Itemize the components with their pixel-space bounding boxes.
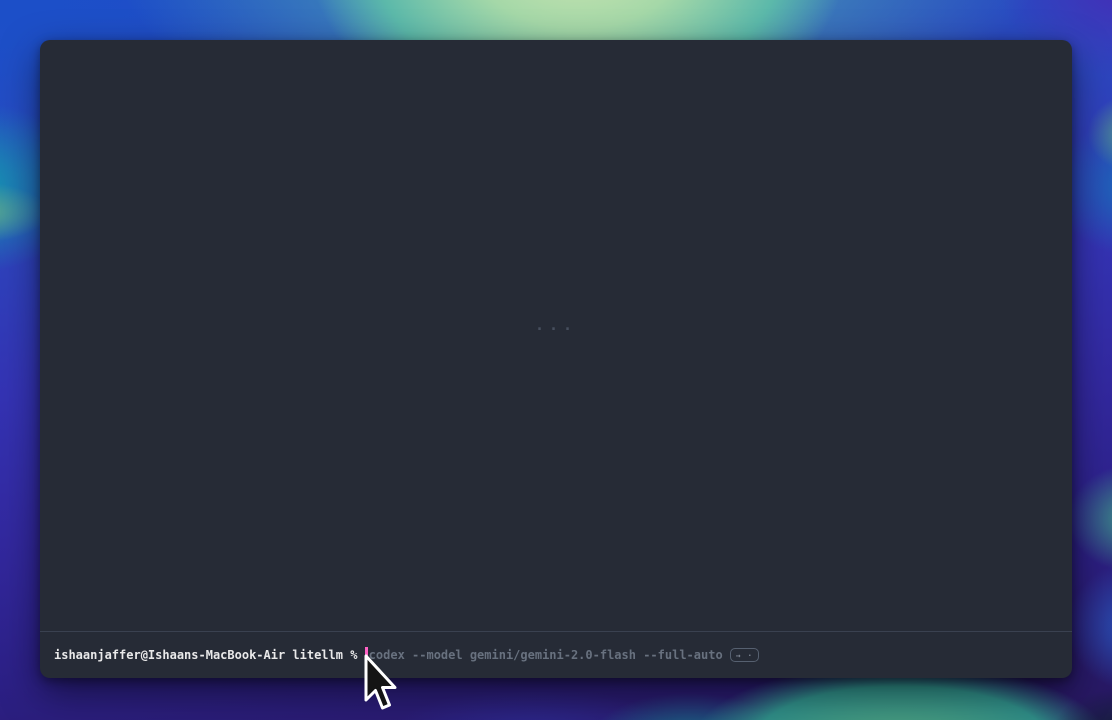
autosuggestion-command: codex --model gemini/gemini-2.0-flash --… [369,648,723,662]
terminal-window[interactable]: ··· ishaanjaffer@Ishaans-MacBook-Air lit… [40,40,1072,678]
text-cursor [365,647,368,661]
loading-dots-indicator: ··· [40,320,1072,338]
desktop: ··· ishaanjaffer@Ishaans-MacBook-Air lit… [0,0,1112,720]
shell-prompt: ishaanjaffer@Ishaans-MacBook-Air litellm… [54,648,365,662]
accept-suggestion-hint-badge: → · [730,648,759,662]
terminal-input-line[interactable]: ishaanjaffer@Ishaans-MacBook-Air litellm… [40,632,1072,678]
terminal-scrollback[interactable]: ··· [40,40,1072,631]
